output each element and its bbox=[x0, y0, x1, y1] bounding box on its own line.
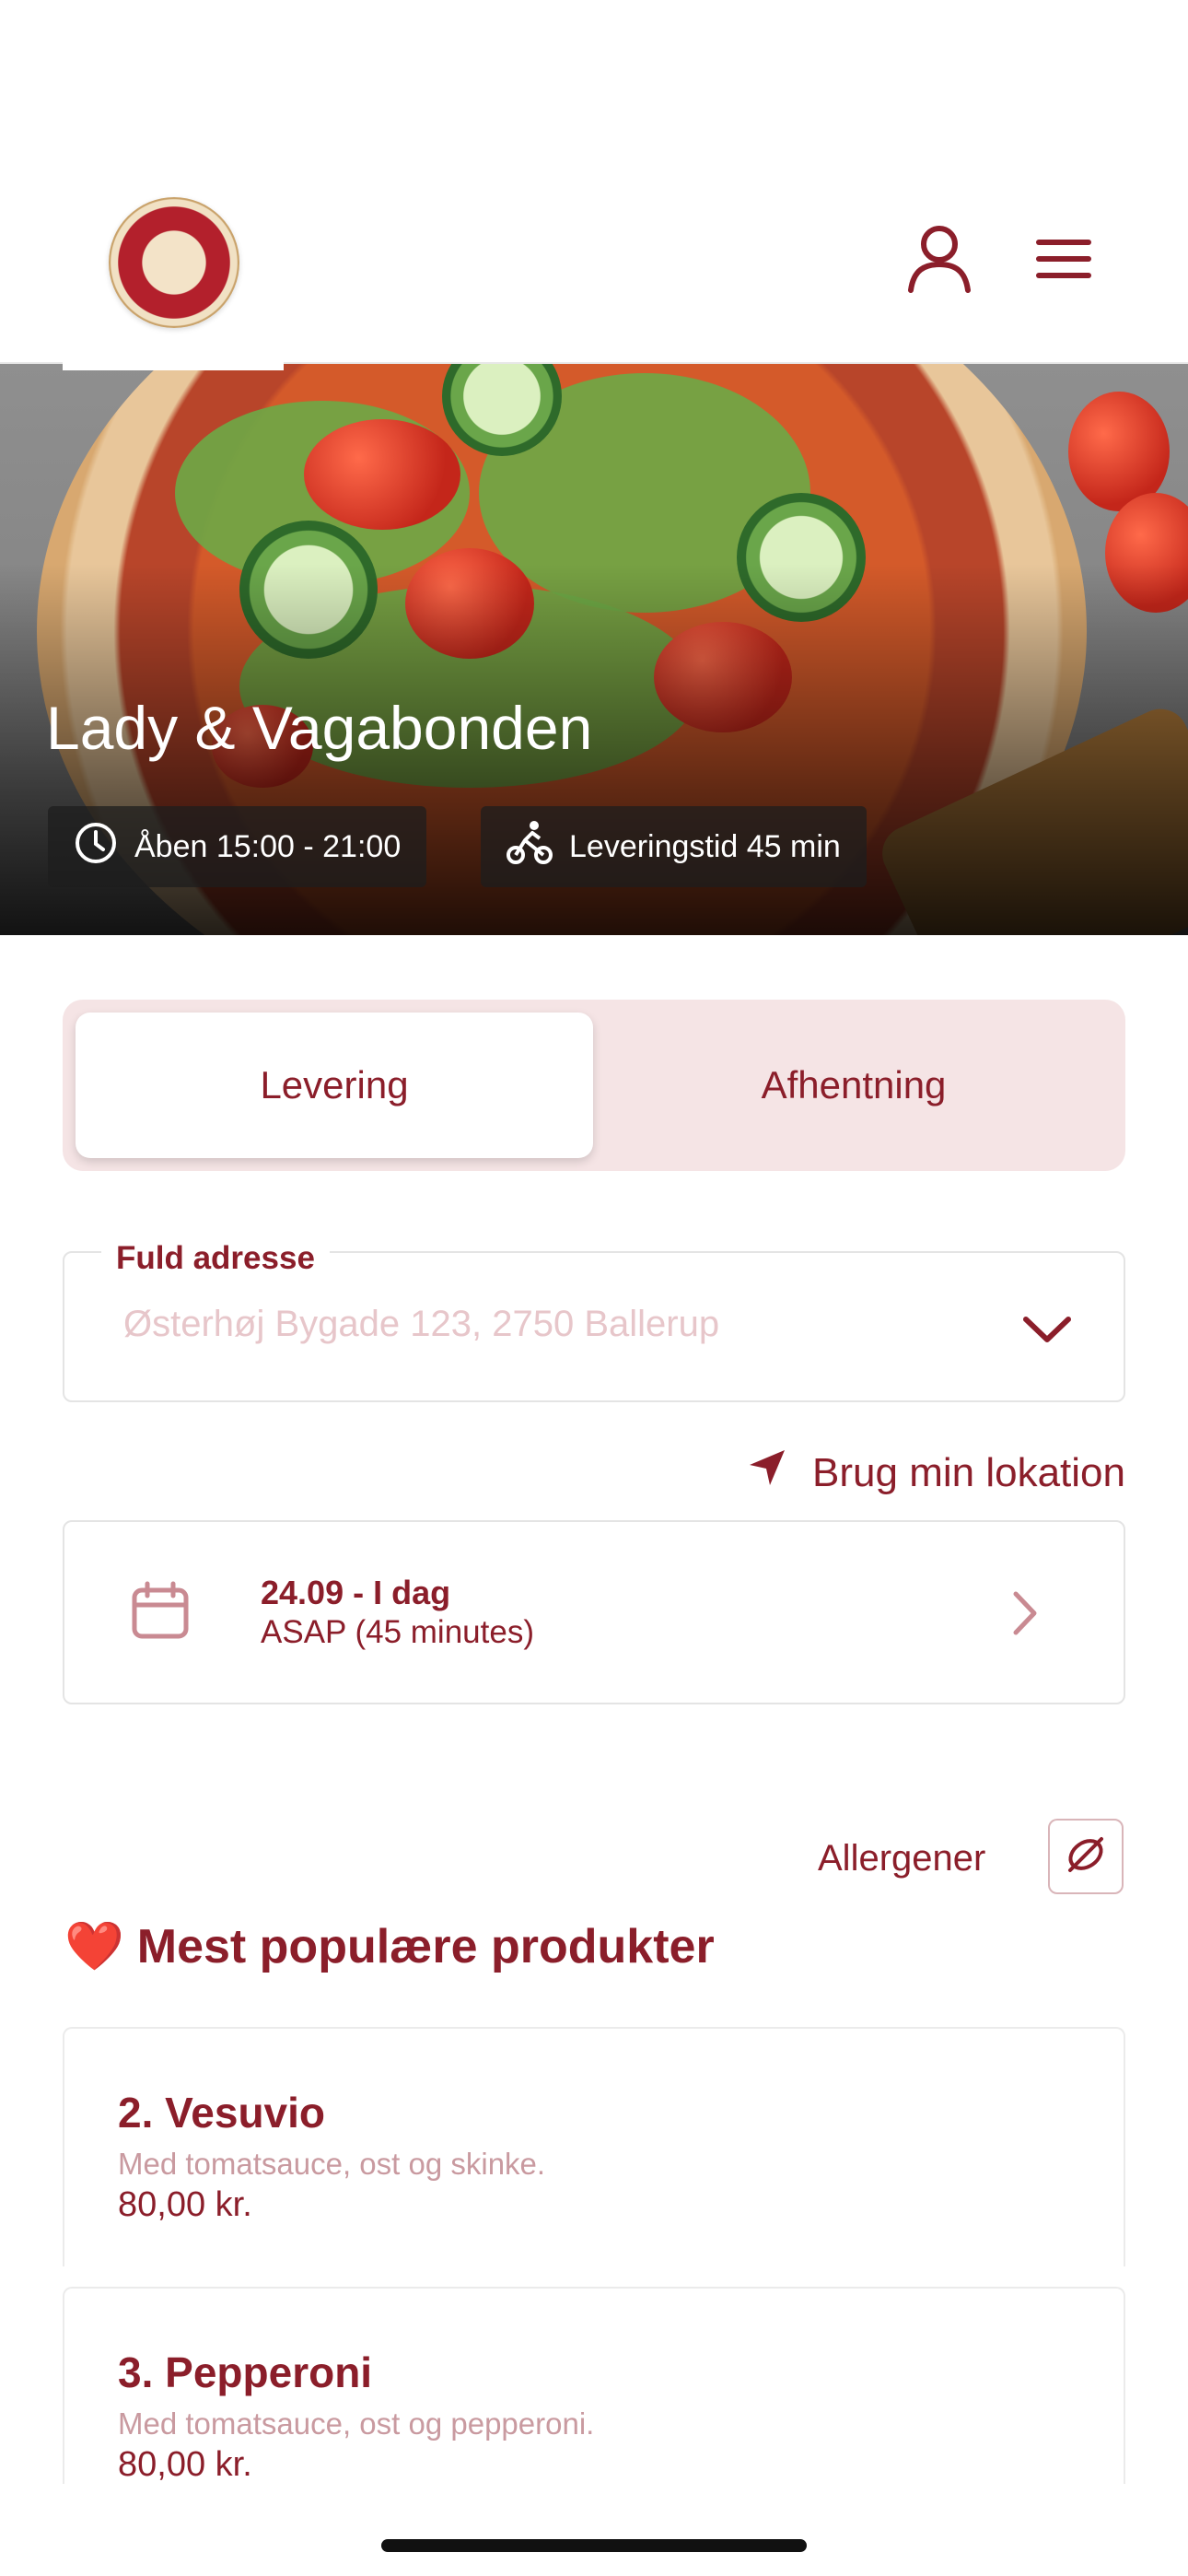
product-description: Med tomatsauce, ost og pepperoni. bbox=[118, 2406, 595, 2441]
opening-hours-chip: Åben 15:00 - 21:00 bbox=[48, 806, 427, 887]
product-name: 3. Pepperoni bbox=[118, 2348, 373, 2396]
hero-banner: Lady & Vagabonden Åben 15:00 - 21:00 Lev… bbox=[0, 364, 1188, 935]
delivery-time-chip: Leveringstid 45 min bbox=[481, 806, 867, 887]
restaurant-logo[interactable] bbox=[109, 197, 239, 328]
product-name: 2. Vesuvio bbox=[118, 2089, 326, 2137]
tab-afhentning[interactable]: Afhentning bbox=[595, 1013, 1112, 1158]
hamburger-menu-icon bbox=[1032, 236, 1095, 287]
person-icon bbox=[906, 224, 973, 299]
use-my-location-link[interactable]: Brug min lokation bbox=[748, 1448, 1125, 1497]
calendar-icon bbox=[131, 1581, 190, 1645]
tab-levering[interactable]: Levering bbox=[76, 1013, 593, 1158]
allergens-label[interactable]: Allergener bbox=[818, 1838, 985, 1879]
product-price: 80,00 kr. bbox=[118, 2185, 252, 2224]
clock-icon bbox=[74, 821, 118, 873]
heart-icon: ❤️ bbox=[64, 1920, 124, 1973]
product-card[interactable]: 2. Vesuvio Med tomatsauce, ost og skinke… bbox=[63, 2027, 1125, 2266]
restaurant-name: Lady & Vagabonden bbox=[46, 694, 593, 762]
home-indicator[interactable] bbox=[381, 2539, 807, 2552]
address-input[interactable] bbox=[122, 1303, 1000, 1346]
delivery-time-selector[interactable]: 24.09 - I dag ASAP (45 minutes) bbox=[63, 1520, 1125, 1704]
chevron-right-icon bbox=[1011, 1590, 1039, 1641]
account-button[interactable] bbox=[903, 224, 976, 298]
product-description: Med tomatsauce, ost og skinke. bbox=[118, 2147, 546, 2181]
delivery-slot: ASAP (45 minutes) bbox=[261, 1614, 534, 1650]
allergen-filter-icon bbox=[1063, 1832, 1109, 1882]
section-title: ❤️ Mest populære produkter bbox=[64, 1919, 715, 1974]
delivery-date: 24.09 - I dag bbox=[261, 1574, 451, 1611]
allergens-button[interactable] bbox=[1048, 1819, 1124, 1894]
menu-button[interactable] bbox=[1027, 224, 1101, 298]
product-card[interactable]: 3. Pepperoni Med tomatsauce, ost og pepp… bbox=[63, 2287, 1125, 2484]
location-arrow-icon bbox=[748, 1448, 786, 1497]
product-price: 80,00 kr. bbox=[118, 2445, 252, 2484]
address-label: Fuld adresse bbox=[101, 1240, 330, 1277]
bicycle-courier-icon bbox=[507, 820, 553, 874]
chevron-down-icon[interactable] bbox=[1022, 1314, 1072, 1350]
order-type-toggle: Levering Afhentning bbox=[63, 1000, 1125, 1171]
